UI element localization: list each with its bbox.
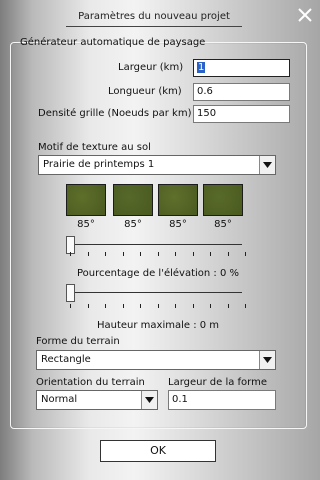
texture-swatch[interactable]: [203, 184, 243, 216]
chevron-down-icon[interactable]: [259, 351, 275, 369]
slider-tick: [158, 304, 159, 308]
longueur-input[interactable]: 0.6: [193, 83, 290, 101]
orientation-select[interactable]: Normal: [36, 390, 158, 410]
texture-select[interactable]: Prairie de printemps 1: [38, 155, 276, 175]
shape-select[interactable]: Rectangle: [36, 350, 276, 370]
slider-tick: [210, 304, 211, 308]
slider-tick: [245, 252, 246, 256]
texture-swatch[interactable]: [158, 184, 198, 216]
longueur-label: Longueur (km): [108, 86, 182, 97]
slider-tick: [70, 304, 71, 308]
slider-tick: [158, 252, 159, 256]
texture-selected: Prairie de printemps 1: [43, 159, 155, 170]
largeur-input[interactable]: 1: [193, 59, 290, 77]
height-slider-thumb[interactable]: [66, 284, 75, 302]
slider-tick: [140, 304, 141, 308]
shape-width-label: Largeur de la forme: [168, 377, 267, 388]
largeur-label: Largeur (km): [118, 62, 184, 73]
elevation-slider-track[interactable]: [66, 244, 242, 245]
slider-tick: [105, 304, 106, 308]
close-icon[interactable]: [296, 6, 314, 24]
height-slider-track[interactable]: [66, 292, 242, 293]
chevron-down-icon[interactable]: [259, 156, 275, 174]
shape-selected: Rectangle: [41, 354, 91, 365]
slider-tick: [105, 252, 106, 256]
dialog-title: Paramètres du nouveau projet: [66, 8, 242, 27]
slider-tick: [123, 304, 124, 308]
swatch-angle: 85°: [214, 219, 232, 230]
shape-width-input[interactable]: 0.1: [168, 390, 276, 410]
orientation-label: Orientation du terrain: [36, 377, 145, 388]
height-slider-ticks: [66, 304, 246, 308]
slider-tick: [88, 304, 89, 308]
chevron-down-icon[interactable]: [141, 391, 157, 409]
orientation-selected: Normal: [41, 394, 78, 405]
slider-tick: [210, 252, 211, 256]
group-legend: Générateur automatique de paysage: [20, 37, 206, 48]
ok-button[interactable]: OK: [100, 440, 216, 462]
slider-tick: [70, 252, 71, 256]
shape-label: Forme du terrain: [36, 336, 120, 347]
slider-tick: [175, 304, 176, 308]
densite-label: Densité grille (Noeuds par km): [38, 108, 192, 119]
swatch-angle: 85°: [77, 219, 95, 230]
texture-label: Motif de texture au sol: [38, 142, 151, 153]
slider-tick: [245, 304, 246, 308]
slider-tick: [228, 252, 229, 256]
slider-tick: [140, 252, 141, 256]
slider-tick: [193, 252, 194, 256]
swatch-angle: 85°: [124, 219, 142, 230]
slider-tick: [88, 252, 89, 256]
slider-tick: [193, 304, 194, 308]
slider-tick: [123, 252, 124, 256]
slider-tick: [228, 304, 229, 308]
swatch-angle: 85°: [169, 219, 187, 230]
texture-swatch[interactable]: [66, 184, 106, 216]
texture-swatch[interactable]: [113, 184, 153, 216]
elevation-label: Pourcentage de l'élévation : 0 %: [77, 268, 239, 279]
slider-tick: [175, 252, 176, 256]
densite-input[interactable]: 150: [193, 105, 290, 123]
height-label: Hauteur maximale : 0 m: [96, 320, 220, 331]
elevation-slider-ticks: [66, 252, 246, 256]
